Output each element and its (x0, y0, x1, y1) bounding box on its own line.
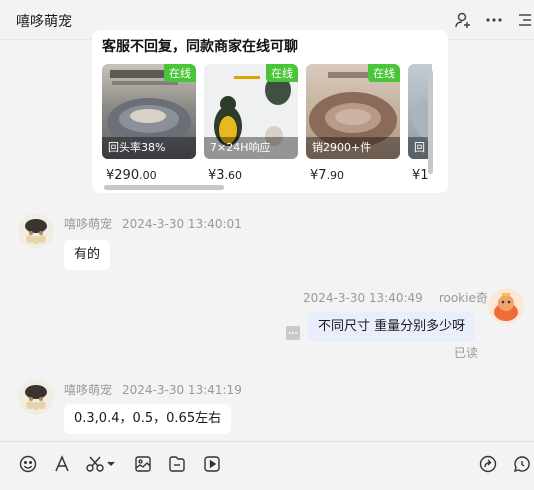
product-item[interactable]: 在线 7×24H响应 ¥3.60 (204, 64, 298, 183)
online-badge: 在线 (368, 64, 400, 82)
video-icon[interactable] (202, 454, 222, 474)
product-image: 在线 回头率38% (102, 64, 196, 159)
input-toolbar (0, 441, 534, 490)
product-image: 在线 销2900+件 (306, 64, 400, 159)
product-price: ¥7.90 (306, 168, 400, 183)
product-overlay-label: 销2900+件 (306, 137, 400, 159)
chat-title: 嘻哆萌宠 (16, 14, 72, 30)
more-icon[interactable] (485, 11, 503, 29)
message-meta: 嘻哆萌宠 2024-3-30 13:41:19 (64, 381, 242, 398)
product-image: 在线 7×24H响应 (204, 64, 298, 159)
message-time: 2024-3-30 13:40:01 (122, 217, 242, 231)
sender-name: rookie奇 (438, 291, 488, 305)
product-list: 在线 回头率38% ¥290.00 在线 7×24H响应 ¥3.60 在线 销2… (102, 64, 432, 189)
price-decimal: .00 (139, 169, 157, 182)
sender-name: 嘻哆萌宠 (64, 217, 113, 231)
online-badge: 在线 (164, 64, 196, 82)
recommendation-card: 客服不回复，同款商家在线可聊 在线 回头率38% ¥290.00 在线 7×24… (92, 30, 448, 193)
read-status: 已读 (454, 346, 479, 360)
message-time: 2024-3-30 13:40:49 (303, 291, 423, 305)
chat-history-icon[interactable] (512, 454, 532, 474)
price-decimal: .60 (224, 169, 243, 182)
font-icon[interactable] (52, 454, 72, 474)
message-time: 2024-3-30 13:41:19 (122, 383, 242, 397)
product-item[interactable]: 在线 回头率38% ¥290.00 (102, 64, 196, 183)
quote-reply-icon[interactable] (286, 326, 300, 340)
price-integer: 7 (318, 168, 327, 183)
message-meta: 2024-3-30 13:40:49 rookie奇 (303, 289, 488, 306)
product-price: ¥3.60 (204, 168, 298, 183)
image-icon[interactable] (133, 454, 153, 474)
add-user-icon[interactable] (454, 11, 472, 29)
product-price: ¥290.00 (102, 168, 196, 183)
emoji-icon[interactable] (18, 454, 38, 474)
message-bubble[interactable]: 0.3,0.4，0.5，0.65左右 (64, 404, 232, 434)
product-item[interactable]: 在线 销2900+件 ¥7.90 (306, 64, 400, 183)
menu-icon[interactable] (516, 11, 534, 29)
price-integer: 3 (216, 168, 225, 183)
vertical-scrollbar[interactable] (428, 70, 433, 174)
product-overlay-label: 回头率38% (102, 137, 196, 159)
message-bubble[interactable]: 有的 (64, 240, 111, 270)
screenshot-icon[interactable] (86, 454, 116, 474)
horizontal-scrollbar[interactable] (104, 185, 224, 190)
message-bubble[interactable]: 不同尺寸 重量分别多少呀 (308, 312, 476, 342)
card-title: 客服不回复，同款商家在线可聊 (102, 39, 298, 55)
online-badge: 在线 (266, 64, 298, 82)
avatar[interactable] (18, 379, 54, 415)
share-icon[interactable] (478, 454, 498, 474)
price-integer: 290 (114, 168, 140, 183)
avatar[interactable] (488, 288, 524, 324)
product-overlay-label: 7×24H响应 (204, 137, 298, 159)
avatar[interactable] (18, 213, 54, 249)
sender-name: 嘻哆萌宠 (64, 383, 113, 397)
file-icon[interactable] (167, 454, 187, 474)
price-decimal: .90 (326, 169, 345, 182)
message-meta: 嘻哆萌宠 2024-3-30 13:40:01 (64, 215, 242, 232)
